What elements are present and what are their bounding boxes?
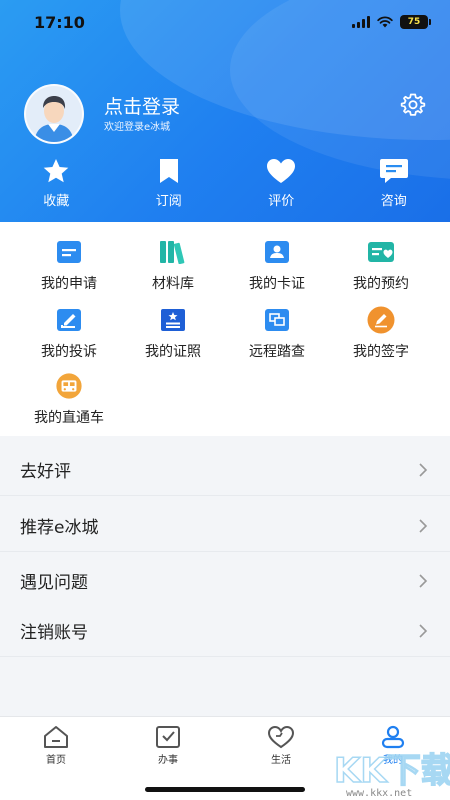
- status-icons: 75: [352, 15, 431, 29]
- quick-label: 收藏: [43, 194, 70, 209]
- service-my-cards[interactable]: 我的卡证: [221, 239, 333, 293]
- menu-item-rate[interactable]: 去好评: [0, 444, 450, 496]
- service-label: 我的预约: [353, 276, 409, 292]
- tasks-icon: [156, 726, 180, 748]
- quick-consult[interactable]: 咨询: [338, 158, 450, 212]
- quick-actions: 收藏 订阅 评价 咨询: [0, 158, 450, 212]
- service-label: 我的签字: [353, 344, 409, 360]
- id-card-icon: [265, 241, 289, 263]
- chevron-right-icon: [419, 462, 428, 477]
- life-heart-icon: [267, 725, 295, 749]
- service-label: 材料库: [152, 276, 194, 292]
- express-icon: [56, 373, 82, 399]
- login-subtitle: 欢迎登录e冰城: [104, 122, 171, 133]
- quick-label: 订阅: [155, 194, 182, 209]
- service-label: 我的直通车: [34, 410, 104, 426]
- quick-label: 咨询: [380, 194, 407, 209]
- menu-item-recommend[interactable]: 推荐e冰城: [0, 500, 450, 552]
- service-label: 我的申请: [41, 276, 97, 292]
- service-label: 我的卡证: [249, 276, 305, 292]
- appointment-icon: [368, 242, 394, 262]
- service-my-complaint[interactable]: 我的投诉: [13, 307, 125, 361]
- service-my-certificates[interactable]: 我的证照: [117, 307, 229, 361]
- home-icon: [44, 726, 68, 748]
- tab-home[interactable]: 首页: [0, 725, 112, 766]
- quick-favorite[interactable]: 收藏: [0, 158, 113, 212]
- tab-life[interactable]: 生活: [225, 725, 337, 766]
- chat-icon: [379, 159, 408, 183]
- quick-review[interactable]: 评价: [225, 158, 338, 212]
- menu-item-label: 注销账号: [20, 623, 88, 643]
- chevron-right-icon: [419, 518, 428, 533]
- tab-label: 办事: [158, 755, 178, 766]
- service-material-library[interactable]: 材料库: [117, 239, 229, 293]
- certificate-icon: [161, 309, 185, 331]
- service-label: 远程踏查: [249, 344, 305, 360]
- cellular-signal-icon: [352, 16, 370, 28]
- service-my-express[interactable]: 我的直通车: [13, 373, 125, 427]
- service-my-appointment[interactable]: 我的预约: [325, 239, 437, 293]
- services-grid: 我的申请 材料库 我的卡证 我的预约 我的投诉 我的证照 远程踏查 我的签字 我…: [0, 222, 450, 436]
- menu-item-problem[interactable]: 遇见问题: [0, 555, 450, 607]
- edit-icon: [57, 309, 81, 331]
- service-remote-inspection[interactable]: 远程踏查: [221, 307, 333, 361]
- tab-label: 生活: [271, 755, 291, 766]
- service-my-application[interactable]: 我的申请: [13, 239, 125, 293]
- user-avatar-icon: [26, 86, 82, 142]
- wifi-icon: [377, 16, 393, 28]
- star-icon: [43, 159, 69, 183]
- tab-tasks[interactable]: 办事: [112, 725, 224, 766]
- watermark-url: www.kkx.net: [346, 788, 413, 799]
- watermark-logo: KK下载: [334, 751, 450, 791]
- chevron-right-icon: [419, 623, 428, 638]
- status-bar: 17:10 75: [0, 0, 450, 44]
- remote-inspect-icon: [265, 309, 289, 331]
- battery-level: 75: [407, 17, 421, 27]
- menu-item-label: 遇见问题: [20, 573, 88, 593]
- status-time: 17:10: [34, 12, 85, 32]
- service-my-signature[interactable]: 我的签字: [325, 306, 437, 361]
- heart-icon: [267, 159, 296, 183]
- home-indicator: [145, 787, 305, 792]
- quick-label: 评价: [268, 194, 295, 209]
- settings-button[interactable]: [400, 92, 426, 118]
- signature-icon: [367, 306, 395, 334]
- login-title[interactable]: 点击登录: [104, 92, 180, 119]
- service-label: 我的证照: [145, 344, 201, 360]
- bookmark-icon: [159, 159, 178, 183]
- gear-icon: [400, 93, 426, 116]
- quick-subscribe[interactable]: 订阅: [113, 158, 226, 212]
- battery-icon: 75: [400, 15, 431, 29]
- tab-label: 首页: [46, 755, 66, 766]
- books-icon: [160, 241, 185, 264]
- application-icon: [57, 241, 81, 263]
- menu-item-label: 推荐e冰城: [20, 518, 99, 538]
- avatar[interactable]: [24, 84, 84, 144]
- menu-item-label: 去好评: [20, 462, 71, 482]
- menu-item-deactivate[interactable]: 注销账号: [0, 605, 450, 657]
- chevron-right-icon: [419, 573, 428, 588]
- service-label: 我的投诉: [41, 344, 97, 360]
